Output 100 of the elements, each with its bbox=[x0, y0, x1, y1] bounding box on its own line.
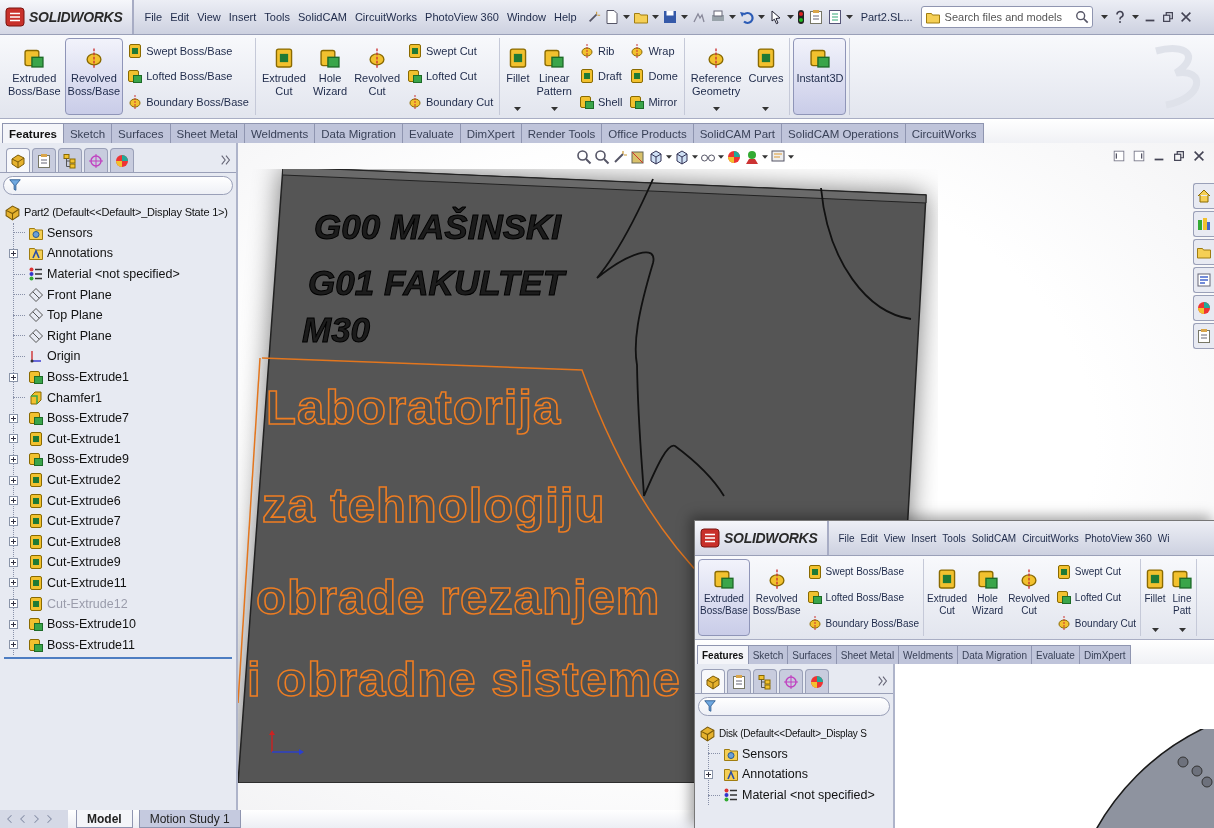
tab[interactable]: CircuitWorks bbox=[904, 123, 984, 143]
expand-icon[interactable] bbox=[9, 537, 18, 547]
caret-icon[interactable] bbox=[622, 15, 630, 19]
caret-icon[interactable] bbox=[514, 107, 522, 111]
rollback-bar[interactable] bbox=[4, 657, 232, 660]
menu-item[interactable]: Insert bbox=[908, 529, 940, 547]
caret-icon[interactable] bbox=[728, 15, 736, 19]
caret-icon[interactable] bbox=[762, 155, 768, 159]
ribbon-button[interactable]: Swept Cut bbox=[406, 41, 495, 60]
ribbon-button[interactable]: Draft bbox=[577, 67, 624, 86]
ribbon-button[interactable]: Swept Boss/Base bbox=[126, 41, 250, 60]
tree-item[interactable]: Chamfer1 bbox=[47, 390, 102, 405]
tree-item[interactable]: Cut-Extrude2 bbox=[47, 473, 121, 487]
panel-tab[interactable] bbox=[753, 669, 777, 693]
filter-field[interactable] bbox=[698, 697, 890, 716]
appearance-icon[interactable] bbox=[1193, 295, 1214, 321]
ribbon-button[interactable]: Hole Wizard bbox=[970, 559, 1006, 636]
caret-icon[interactable] bbox=[1100, 15, 1108, 19]
expand-icon[interactable] bbox=[9, 372, 18, 382]
ribbon-button[interactable]: Reference Geometry bbox=[687, 38, 745, 115]
appearance-icon[interactable] bbox=[726, 149, 742, 165]
save-icon[interactable] bbox=[661, 9, 678, 25]
ribbon-button[interactable]: Revolved Cut bbox=[1006, 559, 1052, 636]
tree-item[interactable]: Boss-Extrude10 bbox=[47, 617, 136, 632]
library-icon[interactable] bbox=[1193, 211, 1214, 237]
tree-item[interactable]: Part2 (Default<<Default>_Display State 1>) bbox=[24, 206, 228, 219]
tree-item[interactable]: Annotations bbox=[742, 767, 809, 782]
traffic-light-icon[interactable] bbox=[796, 9, 805, 25]
caret-icon[interactable] bbox=[788, 155, 794, 159]
tab[interactable]: Weldments bbox=[243, 123, 316, 143]
close-icon[interactable] bbox=[1192, 149, 1206, 163]
tab[interactable]: Evaluate bbox=[1031, 645, 1080, 664]
expand-icon[interactable] bbox=[9, 496, 18, 506]
ribbon-button[interactable]: Lofted Boss/Base bbox=[805, 588, 920, 607]
tree-item[interactable]: Boss-Extrude9 bbox=[47, 452, 129, 467]
tab[interactable]: Data Migration bbox=[314, 123, 403, 143]
caret-icon[interactable] bbox=[786, 15, 794, 19]
menu-item[interactable]: PhotoView 360 bbox=[421, 8, 503, 26]
expand-icon[interactable] bbox=[9, 557, 18, 567]
panel-tab[interactable] bbox=[6, 148, 30, 172]
undo-icon[interactable] bbox=[738, 9, 755, 25]
tab[interactable]: Render Tools bbox=[520, 123, 603, 143]
panel-tab[interactable] bbox=[701, 669, 725, 693]
ribbon-button[interactable]: Lofted Cut bbox=[406, 67, 495, 86]
menu-item[interactable]: Edit bbox=[857, 529, 881, 547]
panel-tab[interactable] bbox=[84, 148, 108, 172]
expand-icon[interactable] bbox=[9, 454, 18, 464]
expand-icon[interactable] bbox=[9, 434, 18, 444]
tree-item[interactable]: Sensors bbox=[47, 225, 93, 240]
menu-item[interactable]: CircuitWorks bbox=[350, 8, 422, 26]
tab[interactable]: DimXpert bbox=[459, 123, 522, 143]
panel-tab[interactable] bbox=[779, 669, 803, 693]
restore-icon[interactable] bbox=[1160, 10, 1175, 24]
tree-item[interactable]: Sensors bbox=[742, 746, 788, 761]
expand-icon[interactable] bbox=[9, 619, 18, 629]
clipboard-icon[interactable] bbox=[807, 9, 824, 25]
menu-item[interactable]: PhotoView 360 bbox=[1081, 529, 1155, 547]
menu-item[interactable]: Edit bbox=[166, 8, 194, 26]
tab[interactable]: Sketch bbox=[62, 123, 113, 143]
ribbon-button[interactable]: Extruded Boss/Base bbox=[698, 559, 750, 636]
caret-icon[interactable] bbox=[845, 15, 853, 19]
menu-item[interactable]: CircuitWorks bbox=[1019, 529, 1082, 547]
display-style-icon[interactable] bbox=[674, 149, 690, 165]
ribbon-button[interactable]: Fillet bbox=[503, 38, 533, 115]
tree-item[interactable]: Right Plane bbox=[47, 328, 112, 343]
caret-icon[interactable] bbox=[718, 155, 724, 159]
menu-item[interactable]: Help bbox=[550, 8, 581, 26]
tab[interactable]: DimXpert bbox=[1078, 645, 1131, 664]
ribbon-button[interactable]: Wrap bbox=[628, 41, 679, 60]
caret-icon[interactable] bbox=[666, 155, 672, 159]
tab[interactable]: Weldments bbox=[898, 645, 958, 664]
menu-item[interactable]: View bbox=[193, 8, 225, 26]
expand-icon[interactable] bbox=[9, 475, 18, 485]
expand-panel-icon[interactable] bbox=[877, 674, 889, 688]
tab[interactable]: Surfaces bbox=[111, 123, 171, 143]
expand-icon[interactable] bbox=[704, 770, 713, 779]
tree-item[interactable]: Cut-Extrude8 bbox=[47, 534, 121, 549]
expand-icon[interactable] bbox=[9, 640, 18, 650]
filter-field[interactable] bbox=[3, 176, 233, 195]
tab[interactable]: Evaluate bbox=[402, 123, 461, 143]
caret-icon[interactable] bbox=[550, 107, 558, 111]
tab[interactable]: SolidCAM Operations bbox=[781, 123, 906, 143]
new-document-icon[interactable] bbox=[603, 9, 620, 25]
ribbon-button[interactable]: Lofted Boss/Base bbox=[126, 67, 250, 86]
menu-item[interactable]: File bbox=[835, 529, 858, 547]
ribbon-button[interactable]: Boundary Boss/Base bbox=[805, 614, 920, 633]
expand-icon[interactable] bbox=[9, 413, 18, 423]
ribbon-button[interactable]: Instant3D bbox=[793, 38, 847, 115]
menu-item[interactable]: Window bbox=[502, 8, 550, 26]
menu-item[interactable]: Wi bbox=[1154, 529, 1173, 547]
caret-icon[interactable] bbox=[1178, 628, 1186, 632]
expand-icon[interactable] bbox=[9, 599, 18, 609]
caret-icon[interactable] bbox=[680, 15, 688, 19]
ribbon-button[interactable]: Rib bbox=[577, 41, 624, 60]
expand-icon[interactable] bbox=[9, 578, 18, 588]
panel-tab[interactable] bbox=[110, 148, 134, 172]
ribbon-button[interactable]: Lofted Cut bbox=[1054, 588, 1137, 607]
tab[interactable]: Office Products bbox=[601, 123, 694, 143]
tab[interactable]: Sketch bbox=[747, 645, 789, 664]
tree-item[interactable]: Front Plane bbox=[47, 287, 112, 302]
